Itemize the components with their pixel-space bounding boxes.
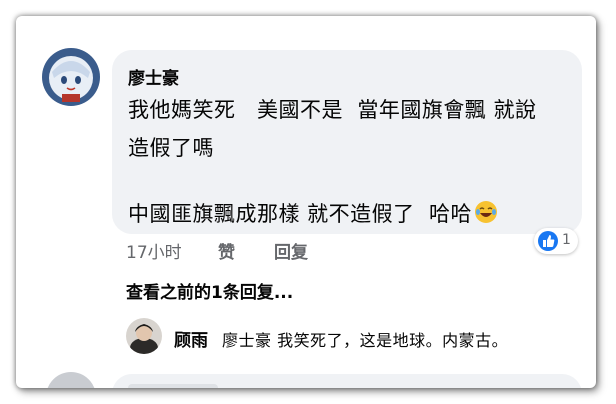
next-comment-avatar[interactable]: [46, 372, 96, 388]
like-button[interactable]: 赞: [218, 238, 235, 263]
view-previous-replies-link[interactable]: 查看之前的1条回复...: [126, 278, 293, 303]
reply-avatar[interactable]: [126, 318, 162, 354]
next-comment-author-placeholder: [128, 384, 218, 388]
reply-text: 廖士豪 我笑死了，这是地球。内蒙古。: [222, 331, 509, 350]
reply-button[interactable]: 回复: [274, 238, 308, 263]
comment-text-line-2: 造假了嗎: [128, 136, 214, 160]
screenshot-frame: 廖士豪 我他媽笑死 美國不是 當年國旗會飄 就說 造假了嗎 中國匪旗飄成那樣 就…: [16, 16, 596, 388]
next-comment-bubble: [112, 374, 582, 388]
commenter-avatar[interactable]: [42, 48, 100, 106]
anime-avatar-icon: [42, 48, 100, 106]
comment-text-line-3-text: 中國匪旗飄成那樣 就不造假了 哈哈: [128, 202, 473, 226]
like-thumb-icon: [538, 231, 558, 251]
comment-text-line-3: 中國匪旗飄成那樣 就不造假了 哈哈: [128, 198, 498, 229]
reply-author[interactable]: 顾雨: [174, 326, 208, 351]
laughing-emoji-icon: [474, 200, 498, 229]
comment-text-line-1: 我他媽笑死 美國不是 當年國旗會飄 就說: [128, 98, 537, 122]
comment-bubble: 廖士豪 我他媽笑死 美國不是 當年國旗會飄 就說 造假了嗎 中國匪旗飄成那樣 就…: [112, 50, 582, 234]
user-photo-icon: [126, 318, 162, 354]
reaction-badge[interactable]: 1: [534, 228, 578, 254]
comment-timestamp[interactable]: 17小时: [126, 238, 182, 263]
comment-author[interactable]: 廖士豪: [128, 64, 179, 89]
reaction-count: 1: [562, 232, 571, 248]
